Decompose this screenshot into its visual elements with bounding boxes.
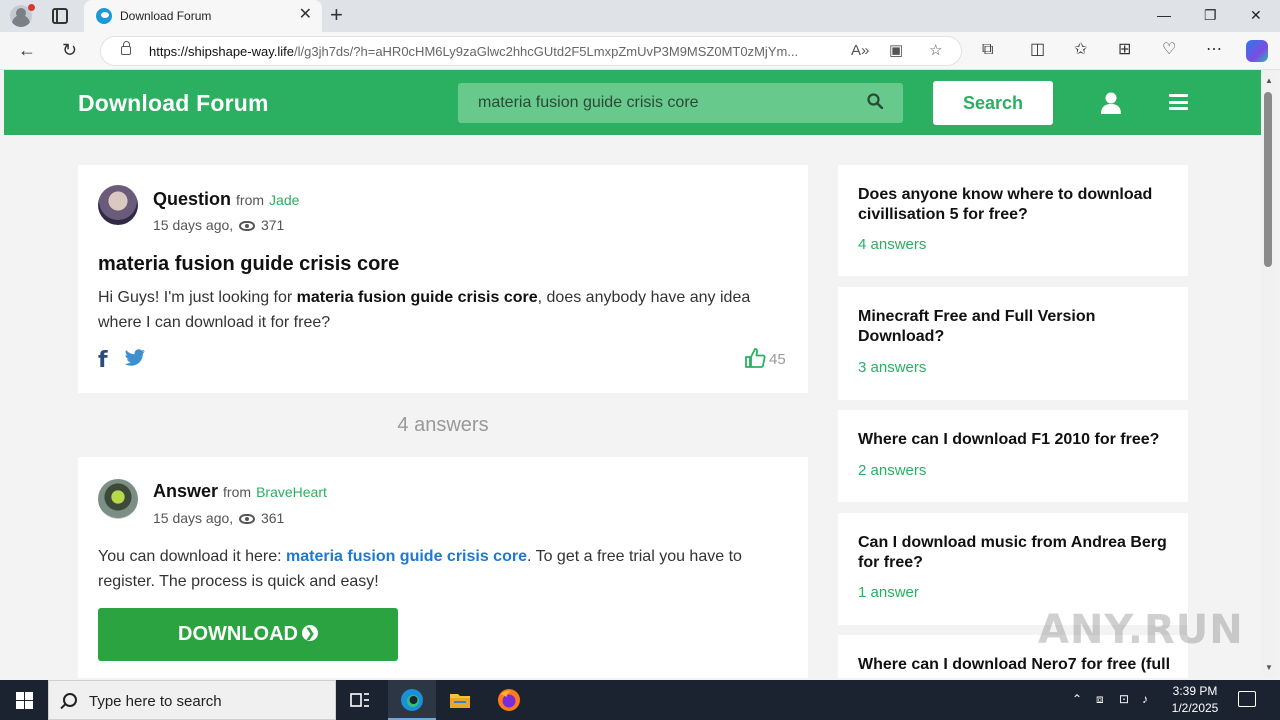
question-heading: Question from Jade: [153, 189, 300, 209]
tab-title: Download Forum: [120, 9, 212, 23]
lock-icon[interactable]: [121, 41, 131, 55]
site-header: Download Forum materia fusion guide cris…: [4, 70, 1261, 135]
arrow-right-circle-icon: ❯: [301, 624, 318, 641]
thumbs-up-icon[interactable]: [744, 347, 766, 369]
related-question-title[interactable]: Minecraft Free and Full Version Download…: [858, 307, 1173, 347]
site-favicon-icon: [96, 8, 112, 24]
refresh-icon[interactable]: ↻: [62, 40, 77, 60]
extensions-icon[interactable]: ⧉: [982, 41, 993, 59]
tray-overflow-icon[interactable]: ⌃: [1072, 692, 1082, 706]
address-bar[interactable]: https://shipshape-way.life/l/g3jh7ds/?h=…: [100, 36, 962, 66]
answer-download-link[interactable]: materia fusion guide crisis core: [286, 548, 527, 565]
related-question-title[interactable]: Where can I download Nero7 for free (ful…: [858, 655, 1173, 675]
eye-icon: [239, 221, 256, 232]
scrollbar-thumb[interactable]: [1264, 92, 1272, 267]
taskbar-search-box[interactable]: Type here to search: [48, 680, 336, 720]
taskbar-clock[interactable]: 3:39 PM 1/2/2025: [1166, 683, 1224, 717]
immersive-reader-icon[interactable]: ▣: [889, 42, 903, 60]
page-viewport: Download Forum materia fusion guide cris…: [4, 70, 1261, 678]
search-input[interactable]: materia fusion guide crisis core: [458, 83, 903, 123]
like-count: 45: [769, 351, 786, 368]
scroll-down-icon[interactable]: ▼: [1265, 663, 1273, 672]
close-window-icon[interactable]: ✕: [1250, 6, 1262, 24]
question-meta: 15 days ago, 371: [153, 217, 285, 233]
new-tab-icon[interactable]: +: [330, 3, 343, 27]
answer-meta: 15 days ago, 361: [153, 510, 285, 526]
related-question-answers[interactable]: 2 answers: [858, 462, 926, 479]
browser-toolbar: ← ↻ https://shipshape-way.life/l/g3jh7ds…: [0, 32, 1280, 70]
facebook-share-icon[interactable]: f: [98, 348, 108, 373]
download-button[interactable]: DOWNLOAD ❯: [98, 608, 398, 661]
split-screen-icon[interactable]: ◫: [1030, 41, 1045, 59]
restore-icon[interactable]: ❐: [1204, 6, 1217, 24]
firefox-icon[interactable]: [497, 688, 521, 712]
back-icon[interactable]: ←: [18, 40, 36, 60]
taskbar-search-placeholder: Type here to search: [89, 693, 222, 710]
related-question-card[interactable]: Does anyone know where to download civil…: [838, 165, 1188, 276]
favorite-star-icon[interactable]: ☆: [929, 42, 942, 60]
answers-count: 4 answers: [397, 414, 489, 436]
search-button[interactable]: Search: [933, 81, 1053, 125]
user-icon[interactable]: [1101, 92, 1121, 114]
browser-tab-strip: Download Forum ✕ + — ❐ ✕: [0, 0, 1280, 32]
related-question-answers[interactable]: 3 answers: [858, 359, 926, 376]
task-view-icon[interactable]: [348, 688, 372, 712]
related-question-answers[interactable]: 1 answer: [858, 584, 919, 601]
browser-tab[interactable]: Download Forum ✕: [84, 0, 322, 32]
more-menu-icon[interactable]: ⋯: [1206, 41, 1222, 59]
eye-icon: [239, 514, 256, 525]
twitter-share-icon[interactable]: [124, 349, 146, 367]
question-card: Question from Jade 15 days ago, 371 mate…: [78, 165, 808, 393]
minimize-icon[interactable]: —: [1157, 6, 1171, 24]
volume-icon[interactable]: ♪: [1142, 692, 1148, 706]
notifications-icon[interactable]: [1238, 691, 1256, 707]
answer-author-link[interactable]: BraveHeart: [256, 484, 327, 500]
hamburger-menu-icon[interactable]: [1169, 94, 1188, 110]
question-author-avatar: [98, 185, 138, 225]
question-title: materia fusion guide crisis core: [98, 253, 400, 275]
collections-icon[interactable]: ⊞: [1118, 41, 1131, 59]
copilot-icon[interactable]: [1246, 40, 1268, 62]
file-explorer-icon[interactable]: [448, 688, 472, 712]
tray-app-icon[interactable]: ⧈: [1096, 692, 1104, 707]
notification-dot: [28, 4, 35, 11]
related-question-answers[interactable]: 4 answers: [858, 236, 926, 253]
answer-body: You can download it here: materia fusion…: [98, 548, 742, 590]
windows-taskbar: Type here to search ⌃ ⧈ ⊡ ♪ 3:39 PM 1/2/…: [0, 680, 1280, 720]
read-aloud-icon[interactable]: A»: [851, 42, 869, 60]
related-question-title[interactable]: Can I download music from Andrea Berg fo…: [858, 533, 1173, 573]
question-author-link[interactable]: Jade: [269, 192, 299, 208]
site-brand[interactable]: Download Forum: [78, 90, 269, 117]
watermark: ANY.RUN: [1038, 607, 1244, 653]
search-input-value[interactable]: materia fusion guide crisis core: [478, 94, 699, 112]
answer-card: Answer from BraveHeart 15 days ago, 361 …: [78, 457, 808, 678]
scroll-up-icon[interactable]: ▲: [1265, 76, 1273, 85]
answer-heading: Answer from BraveHeart: [153, 481, 327, 501]
tab-actions-icon[interactable]: [52, 8, 68, 24]
related-question-card[interactable]: Minecraft Free and Full Version Download…: [838, 287, 1188, 400]
related-question-title[interactable]: Where can I download F1 2010 for free?: [858, 430, 1173, 450]
edge-browser-icon[interactable]: [400, 688, 424, 712]
windows-start-icon[interactable]: [16, 692, 33, 709]
related-question-title[interactable]: Does anyone know where to download civil…: [858, 185, 1173, 225]
search-icon: [867, 93, 883, 109]
related-question-card[interactable]: Where can I download F1 2010 for free? 2…: [838, 410, 1188, 502]
page-scrollbar[interactable]: ▲ ▼: [1261, 70, 1276, 678]
search-icon: [63, 693, 77, 707]
tab-close-icon[interactable]: ✕: [299, 6, 312, 24]
answer-author-avatar: [98, 479, 138, 519]
favorites-icon[interactable]: ✩: [1074, 41, 1087, 59]
browser-essentials-icon[interactable]: ♡: [1162, 41, 1176, 59]
url-text[interactable]: https://shipshape-way.life/l/g3jh7ds/?h=…: [149, 44, 839, 59]
network-icon[interactable]: ⊡: [1119, 692, 1129, 706]
question-body: Hi Guys! I'm just looking for materia fu…: [98, 289, 751, 331]
